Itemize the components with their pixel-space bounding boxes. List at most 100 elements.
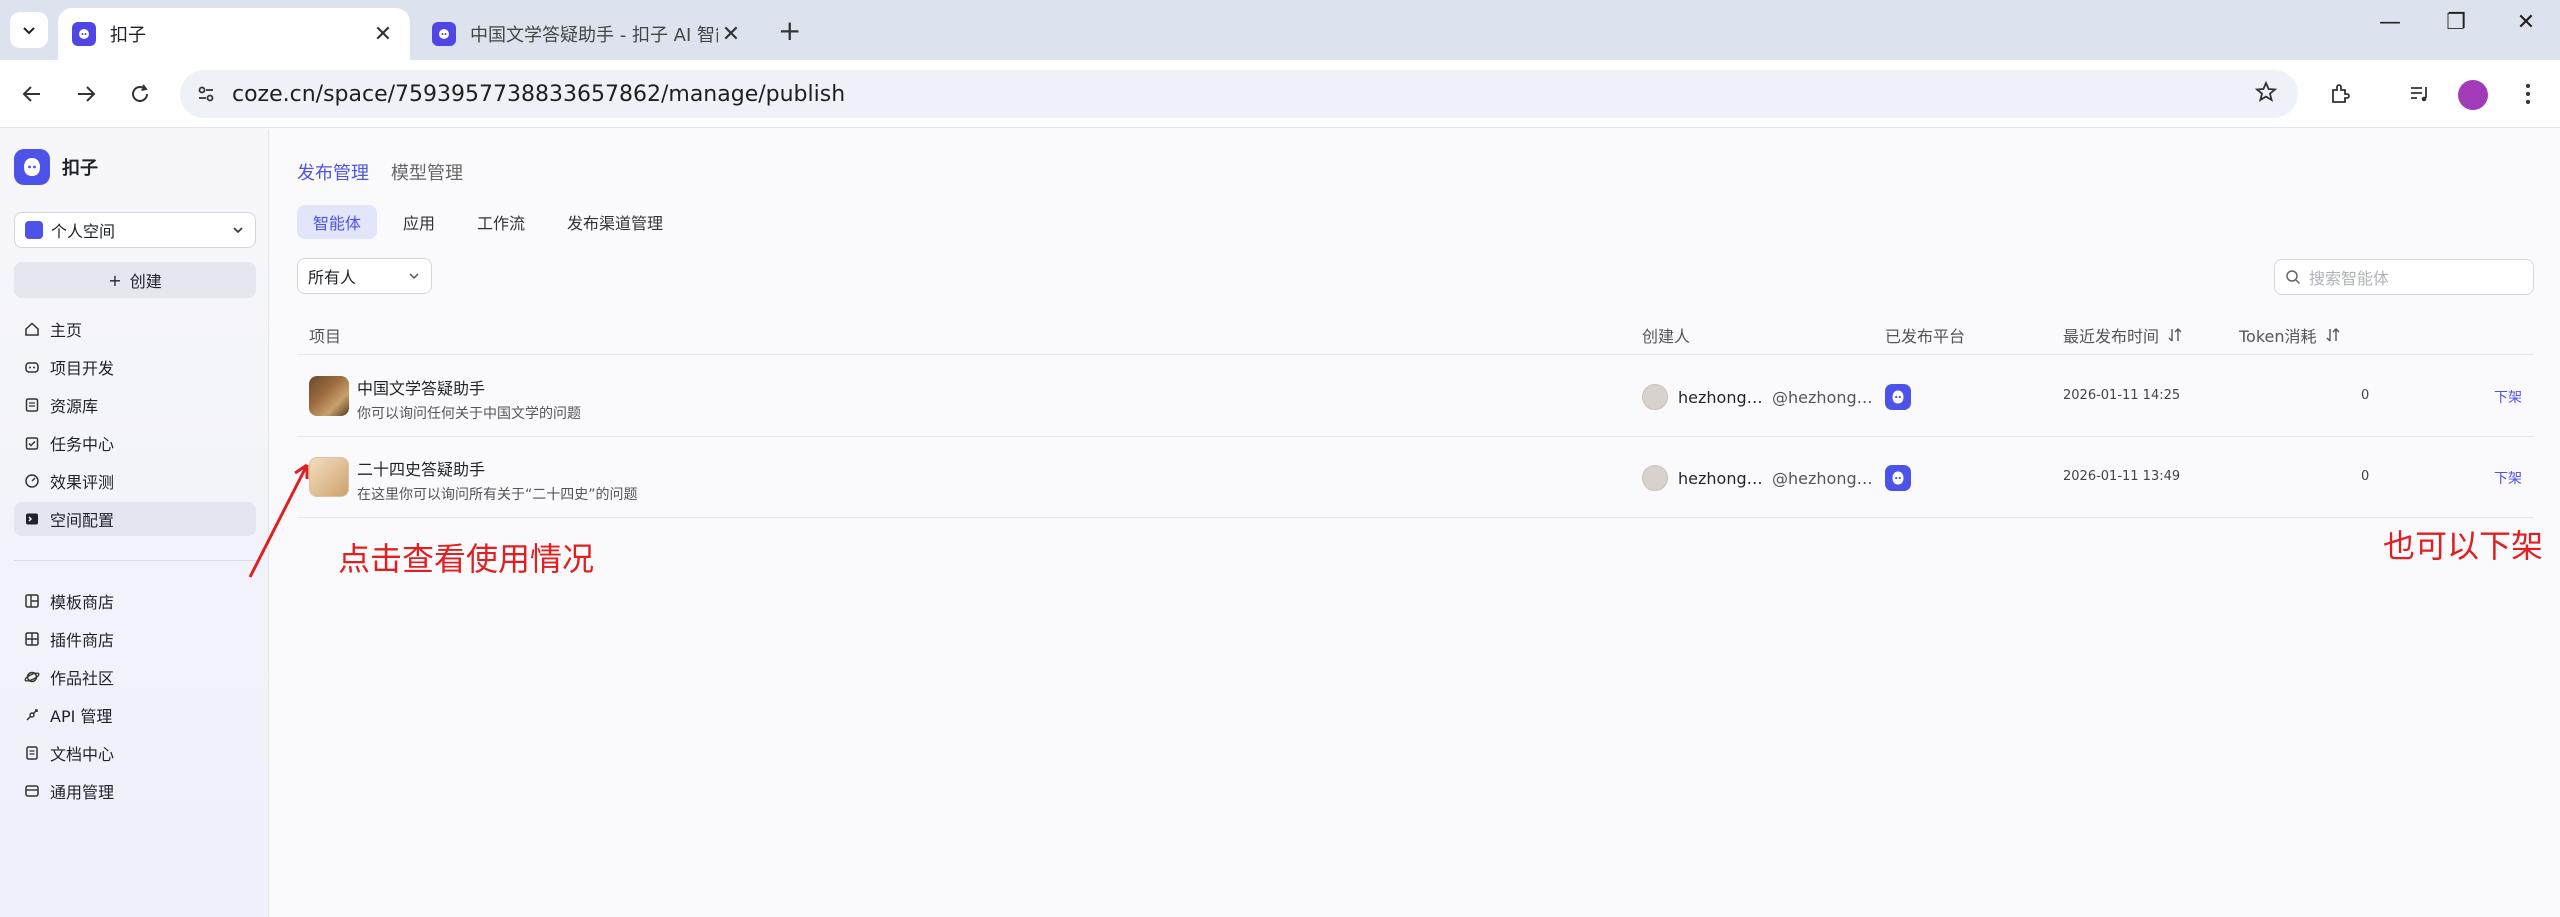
browser-tabbar: 扣子 ✕ 中国文学答疑助手 - 扣子 AI 智能体 ✕ + — ❐ ✕	[0, 0, 2560, 60]
main-content: 发布管理 模型管理 智能体 应用 工作流 发布渠道管理 所有人 搜索智能体 项目…	[248, 129, 2560, 917]
site-info-icon[interactable]	[186, 74, 226, 114]
sidebar-item-label: 效果评测	[50, 473, 115, 492]
doc-icon	[24, 745, 40, 761]
sidebar-item-plugins[interactable]: 插件商店	[14, 622, 256, 656]
sidebar-item-docs[interactable]: 文档中心	[14, 736, 256, 770]
table-header: 项目 创建人 已发布平台 最近发布时间 Token消耗	[297, 315, 2534, 355]
creator-handle: @hezhong…	[1772, 387, 1873, 407]
sidebar-item-space-config[interactable]: 空间配置	[14, 502, 256, 536]
annotation-unpublish: 也可以下架	[2383, 527, 2544, 565]
tab-search-button[interactable]	[10, 12, 48, 48]
publish-time: 2026-01-11 13:49	[2063, 469, 2181, 484]
creator: hezhong… @hezhong…	[1642, 384, 1873, 410]
community-icon	[24, 669, 40, 685]
address-toolbar: coze.cn/space/7593957738833657862/manage…	[0, 60, 2560, 128]
tab-title: 中国文学答疑助手 - 扣子 AI 智能体	[470, 25, 718, 46]
tab-title: 扣子	[110, 25, 146, 46]
creator: hezhong… @hezhong…	[1642, 465, 1873, 491]
sidebar-item-label: 通用管理	[50, 783, 115, 802]
sidebar-item-label: API 管理	[50, 707, 113, 726]
back-button[interactable]	[16, 78, 48, 110]
create-label: 创建	[129, 272, 162, 291]
sidebar-item-label: 插件商店	[50, 631, 115, 650]
manage-icon	[24, 783, 40, 799]
column-header-label: Token消耗	[2239, 327, 2317, 346]
task-icon	[24, 435, 40, 451]
search-placeholder: 搜索智能体	[2309, 269, 2390, 288]
sidebar-item-tasks[interactable]: 任务中心	[14, 426, 256, 460]
sidebar-item-label: 模板商店	[50, 593, 115, 612]
arrow-right-icon	[78, 86, 96, 102]
coze-platform-icon	[1885, 384, 1911, 410]
url-bar[interactable]: coze.cn/space/7593957738833657862/manage…	[180, 70, 2298, 118]
more-menu-icon[interactable]	[2512, 78, 2544, 110]
coze-favicon-icon	[72, 22, 96, 46]
coze-favicon-icon	[432, 22, 456, 46]
unpublish-button[interactable]: 下架	[2494, 387, 2522, 407]
brand[interactable]: 扣子	[14, 149, 98, 185]
space-selector[interactable]: 个人空间	[14, 212, 256, 248]
sidebar-item-evaluation[interactable]: 效果评测	[14, 464, 256, 498]
sidebar-item-api[interactable]: API 管理	[14, 698, 256, 732]
annotation-view-usage: 点击查看使用情况	[338, 540, 595, 578]
creator-handle: @hezhong…	[1772, 468, 1873, 488]
column-header-label: 最近发布时间	[2063, 327, 2160, 346]
brand-name: 扣子	[62, 158, 98, 179]
sidebar-item-general[interactable]: 通用管理	[14, 774, 256, 808]
annotation-arrow	[248, 463, 309, 578]
token-usage: 0	[2361, 388, 2370, 403]
avatar	[1642, 465, 1668, 491]
close-window-icon[interactable]: ✕	[2506, 10, 2546, 35]
creator-name: hezhong…	[1678, 387, 1763, 407]
sidebar-item-label: 任务中心	[50, 435, 115, 454]
extensions-icon[interactable]	[2324, 78, 2356, 110]
create-button[interactable]: + 创建	[14, 262, 256, 298]
api-icon	[24, 707, 40, 723]
config-icon	[24, 511, 40, 527]
avatar	[1642, 384, 1668, 410]
sidebar-item-project[interactable]: 项目开发	[14, 350, 256, 384]
media-control-icon[interactable]	[2404, 78, 2436, 110]
chevron-down-icon	[23, 27, 35, 35]
library-icon	[24, 397, 40, 413]
creator-name: hezhong…	[1678, 468, 1763, 488]
sidebar-item-templates[interactable]: 模板商店	[14, 584, 256, 618]
sidebar-item-community[interactable]: 作品社区	[14, 660, 256, 694]
sidebar-item-label: 作品社区	[50, 669, 115, 688]
sort-icon	[2168, 328, 2182, 342]
column-header-publish-time[interactable]: 最近发布时间	[2063, 323, 2183, 347]
close-tab-icon[interactable]: ✕	[370, 22, 396, 47]
sidebar: 扣子 个人空间 + 创建 主页 项目开发 资源库 任务中心 效果评测 空间配置 …	[0, 129, 269, 917]
table-row[interactable]: 二十四史答疑助手 在这里你可以询问所有关于“二十四史”的问题 hezhong… …	[297, 437, 2534, 518]
browser-tab-inactive[interactable]: 中国文学答疑助手 - 扣子 AI 智能体 ✕	[418, 8, 758, 60]
bookmark-star-icon[interactable]	[2254, 80, 2278, 108]
coze-logo-icon	[14, 149, 50, 185]
browser-tab-active[interactable]: 扣子 ✕	[58, 8, 410, 60]
search-icon	[2286, 270, 2301, 285]
minimize-icon[interactable]: —	[2370, 10, 2410, 35]
space-name: 个人空间	[51, 222, 116, 241]
new-tab-button[interactable]: +	[778, 14, 801, 47]
column-header-token[interactable]: Token消耗	[2239, 323, 2341, 347]
reload-button[interactable]	[124, 78, 156, 110]
sidebar-item-label: 文档中心	[50, 745, 115, 764]
search-input[interactable]: 搜索智能体	[2274, 259, 2534, 295]
plugin-icon	[24, 631, 40, 647]
sidebar-item-library[interactable]: 资源库	[14, 388, 256, 422]
token-usage: 0	[2361, 469, 2370, 484]
sidebar-item-label: 空间配置	[50, 511, 115, 530]
reload-icon	[132, 84, 148, 102]
sidebar-divider	[14, 560, 256, 561]
person-icon	[25, 221, 43, 239]
close-tab-icon[interactable]: ✕	[718, 22, 744, 47]
template-icon	[24, 593, 40, 609]
sidebar-item-home[interactable]: 主页	[14, 312, 256, 346]
table-row[interactable]: 中国文学答疑助手 你可以询问任何关于中国文学的问题 hezhong… @hezh…	[297, 356, 2534, 437]
forward-button[interactable]	[70, 78, 102, 110]
unpublish-button[interactable]: 下架	[2494, 468, 2522, 488]
column-header-creator: 创建人	[1642, 327, 1691, 346]
restore-icon[interactable]: ❐	[2436, 10, 2476, 35]
chevron-down-icon	[233, 227, 243, 234]
coze-platform-icon	[1885, 465, 1911, 491]
profile-avatar[interactable]	[2458, 80, 2488, 110]
